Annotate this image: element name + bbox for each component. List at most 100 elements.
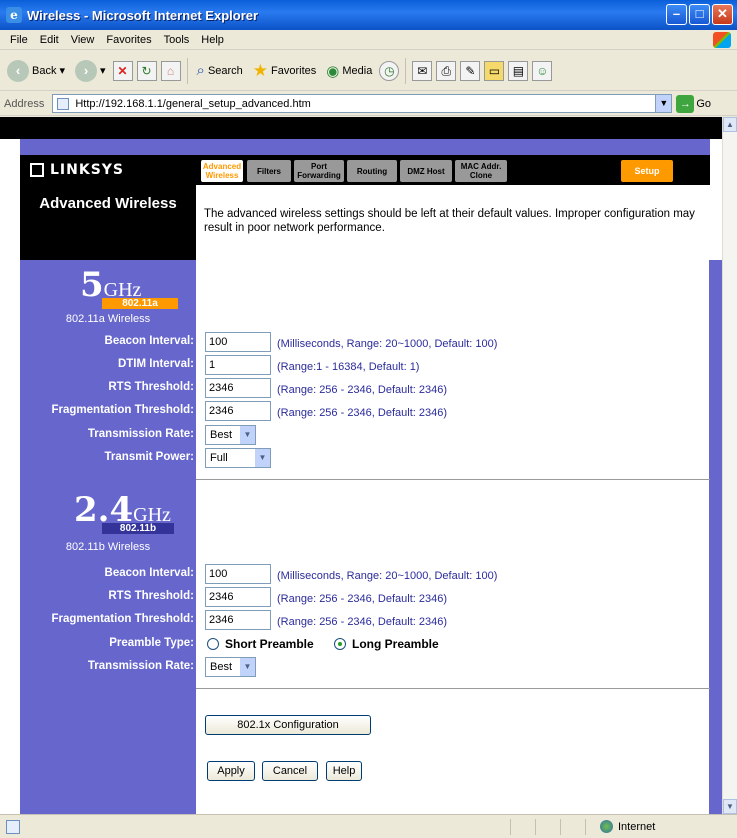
close-button[interactable]: ✕ [712, 4, 733, 25]
edit-icon[interactable]: ✎ [460, 60, 481, 81]
band-a-subtitle: 802.11a Wireless [65, 313, 151, 325]
favorites-label: Favorites [271, 64, 317, 77]
star-icon: ★ [252, 60, 269, 80]
rts-threshold-a-input[interactable] [205, 378, 271, 398]
frag-label-b: Fragmentation Threshold: [51, 613, 194, 625]
windows-logo-icon [713, 32, 731, 48]
tab-dmz-host[interactable]: DMZ Host [400, 160, 452, 182]
chevron-down-icon: ▼ [240, 426, 255, 444]
menu-help[interactable]: Help [195, 34, 230, 46]
toolbar: ‹ Back ▾ › ▾ ✕ ↻ ⌂ ⌕ Search ★ Favorites … [0, 51, 737, 91]
media-button[interactable]: ◉ Media [323, 60, 375, 82]
band-5ghz-badge: 5GHz 802.11a [80, 268, 180, 309]
home-icon[interactable]: ⌂ [160, 60, 181, 81]
rts-label-a: RTS Threshold: [108, 381, 194, 393]
chevron-down-icon[interactable]: ▼ [655, 95, 672, 112]
preamble-label-b: Preamble Type: [109, 637, 194, 649]
rts-threshold-b-input[interactable] [205, 587, 271, 607]
tab-advanced-wireless[interactable]: Advanced Wireless [201, 160, 243, 182]
minimize-button[interactable]: – [666, 4, 687, 25]
linksys-logo: LINKSYS [20, 155, 196, 185]
toolbar-separator [186, 57, 188, 84]
cancel-button[interactable]: Cancel [262, 761, 318, 781]
title-bar: e Wireless - Microsoft Internet Explorer… [0, 0, 737, 30]
forward-arrow-icon: › [75, 59, 97, 82]
print-icon[interactable]: ⎙ [436, 60, 457, 81]
menu-edit[interactable]: Edit [34, 34, 65, 46]
transmission-rate-b-select[interactable]: Best ▼ [205, 657, 256, 677]
favorites-button[interactable]: ★ Favorites [250, 59, 320, 83]
rts-hint-b: (Range: 256 - 2346, Default: 2346) [277, 593, 448, 605]
go-button[interactable]: → Go [676, 94, 711, 113]
back-button[interactable]: ‹ Back ▾ [4, 58, 68, 84]
page-icon [57, 97, 70, 110]
address-input[interactable]: Http://192.168.1.1/general_setup_advance… [52, 94, 673, 113]
dtim-interval-a-input[interactable] [205, 355, 271, 375]
vertical-scrollbar[interactable]: ▲ ▼ [722, 117, 737, 814]
menu-bar: File Edit View Favorites Tools Help [0, 30, 737, 50]
menu-view[interactable]: View [65, 34, 101, 46]
tab-mac-clone[interactable]: MAC Addr. Clone [455, 160, 507, 182]
frag-label-a: Fragmentation Threshold: [51, 404, 194, 416]
linksys-mark-icon [30, 163, 44, 177]
history-icon[interactable]: ◷ [379, 60, 400, 81]
research-icon[interactable]: ▤ [508, 60, 529, 81]
frag-hint-b: (Range: 256 - 2346, Default: 2346) [277, 616, 448, 628]
frag-threshold-a-input[interactable] [205, 401, 271, 421]
transmission-rate-a-select[interactable]: Best ▼ [205, 425, 256, 445]
folder-icon[interactable]: ▭ [484, 60, 505, 81]
search-icon: ⌕ [196, 62, 205, 79]
beacon-interval-b-input[interactable] [205, 564, 271, 584]
stop-icon[interactable]: ✕ [112, 60, 133, 81]
chevron-down-icon: ▼ [240, 658, 255, 676]
short-preamble-radio[interactable]: Short Preamble [207, 637, 314, 651]
search-button[interactable]: ⌕ Search [194, 60, 246, 81]
help-button[interactable]: Help [326, 761, 362, 781]
refresh-icon[interactable]: ↻ [136, 60, 157, 81]
beacon-interval-a-input[interactable] [205, 332, 271, 352]
ie-icon: e [6, 7, 22, 23]
menu-tools[interactable]: Tools [158, 34, 196, 46]
tab-routing[interactable]: Routing [347, 160, 397, 182]
window-controls: – □ ✕ [666, 4, 733, 25]
beacon-label-a: Beacon Interval: [104, 335, 194, 347]
dot1x-config-button[interactable]: 802.1x Configuration [205, 715, 371, 735]
transmit-power-a-select[interactable]: Full ▼ [205, 448, 271, 468]
band-24ghz-badge: 2.4GHz 802.11b [74, 493, 174, 534]
long-preamble-radio[interactable]: Long Preamble [334, 637, 439, 651]
messenger-icon[interactable]: ☺ [532, 60, 553, 81]
tab-bar: Advanced Wireless Filters Port Forwardin… [196, 155, 710, 185]
security-zone: Internet [600, 820, 655, 833]
menu-file[interactable]: File [4, 34, 34, 46]
frag-threshold-b-input[interactable] [205, 610, 271, 630]
scroll-up-icon[interactable]: ▲ [723, 117, 737, 132]
page-status-icon [6, 819, 20, 834]
rts-label-b: RTS Threshold: [108, 590, 194, 602]
maximize-button[interactable]: □ [689, 4, 710, 25]
mail-icon[interactable]: ✉ [412, 60, 433, 81]
page-top-band [0, 117, 722, 139]
rate-label-b: Transmission Rate: [87, 660, 194, 672]
tab-filters[interactable]: Filters [247, 160, 291, 182]
dtim-hint-a: (Range:1 - 16384, Default: 1) [277, 361, 420, 373]
section-title: Advanced Wireless [20, 185, 196, 260]
logo-text: LINKSYS [50, 162, 124, 178]
tab-port-forwarding[interactable]: Port Forwarding [294, 160, 344, 182]
apply-button[interactable]: Apply [207, 761, 255, 781]
frag-hint-a: (Range: 256 - 2346, Default: 2346) [277, 407, 448, 419]
dtim-label-a: DTIM Interval: [117, 358, 194, 370]
tab-setup[interactable]: Setup [621, 160, 673, 182]
band-b-subtitle: 802.11b Wireless [65, 541, 151, 553]
scroll-down-icon[interactable]: ▼ [723, 799, 737, 814]
radio-icon [207, 638, 219, 650]
forward-button[interactable]: › ▾ [72, 58, 109, 84]
menu-favorites[interactable]: Favorites [100, 34, 157, 46]
globe-icon [600, 820, 613, 833]
beacon-hint-b: (Milliseconds, Range: 20~1000, Default: … [277, 570, 498, 582]
address-url: Http://192.168.1.1/general_setup_advance… [75, 97, 311, 110]
search-label: Search [207, 64, 243, 77]
chevron-down-icon: ▾ [100, 65, 106, 77]
intro-text: The advanced wireless settings should be… [196, 185, 710, 260]
status-bar: Internet [0, 814, 737, 838]
rate-label-a: Transmission Rate: [87, 428, 194, 440]
